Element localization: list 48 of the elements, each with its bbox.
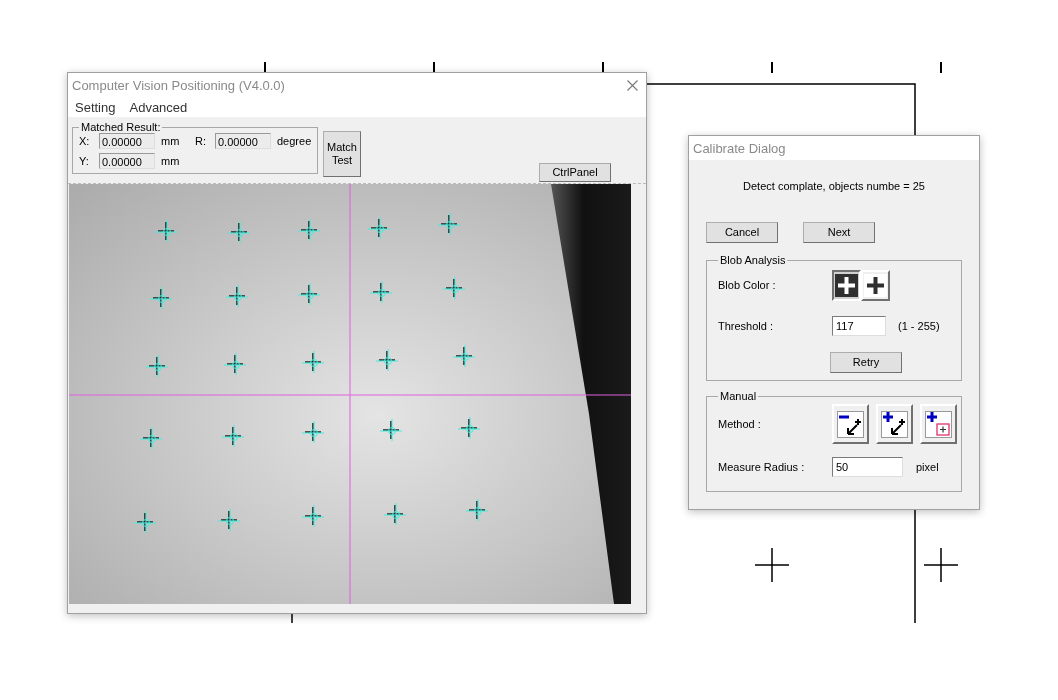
unit-label: mm — [161, 135, 181, 147]
field-label: Measure Radius : — [718, 461, 806, 473]
threshold-field[interactable]: 117 — [832, 316, 886, 336]
group-label: Manual — [719, 390, 758, 402]
field-label: X: — [79, 135, 91, 147]
field-label: Method : — [718, 418, 762, 430]
close-icon[interactable] — [627, 79, 638, 91]
window-title: Computer Vision Positioning (V4.0.0) — [72, 77, 285, 93]
menu-item[interactable]: Advanced — [129, 99, 188, 115]
cancel-button[interactable]: Cancel — [706, 222, 778, 243]
window-title: Calibrate Dialog — [693, 140, 786, 156]
value-field[interactable]: 0.00000 — [215, 133, 271, 149]
cross-mark — [923, 547, 959, 583]
cross-mark — [754, 547, 790, 583]
tick-mark — [264, 61, 266, 74]
match-test-button[interactable]: Match Test — [323, 131, 361, 177]
tick-mark — [602, 61, 604, 74]
value-field[interactable]: 0.00000 — [99, 133, 155, 149]
range-label: (1 - 255) — [898, 320, 941, 332]
field-label: Blob Color : — [718, 279, 777, 291]
menu-item[interactable]: Setting — [75, 99, 116, 115]
retry-button[interactable]: Retry — [830, 351, 902, 373]
radius-field[interactable]: 50 — [832, 457, 903, 477]
next-button[interactable]: Next — [803, 222, 875, 243]
value-field[interactable]: 0.00000 — [99, 153, 155, 169]
blob-color-toggle[interactable] — [832, 269, 861, 301]
tick-mark — [940, 61, 942, 74]
tick-mark — [771, 61, 773, 74]
method-button[interactable] — [920, 404, 957, 444]
minus-pointer-icon — [837, 410, 864, 438]
tick-mark — [433, 61, 435, 74]
cross-icon — [835, 273, 858, 297]
field-label: Threshold : — [718, 320, 775, 332]
field-label: R: — [195, 135, 207, 147]
method-button[interactable] — [832, 404, 869, 444]
plus-pointer-icon — [881, 410, 908, 438]
plus-box-icon — [925, 410, 952, 438]
status-text: Detect complate, objects numbe = 25 — [742, 180, 926, 192]
tick-mark — [291, 612, 293, 624]
method-button[interactable] — [876, 404, 913, 444]
group-label: Blob Analysis — [719, 254, 787, 266]
group-label: Matched Result: — [80, 121, 162, 133]
field-label: Y: — [79, 155, 90, 167]
ctrl-panel-button[interactable]: CtrlPanel — [539, 163, 611, 182]
unit-label: degree — [277, 135, 311, 147]
unit-label: mm — [161, 155, 181, 167]
cross-icon — [864, 273, 887, 297]
unit-label: pixel — [916, 461, 940, 473]
